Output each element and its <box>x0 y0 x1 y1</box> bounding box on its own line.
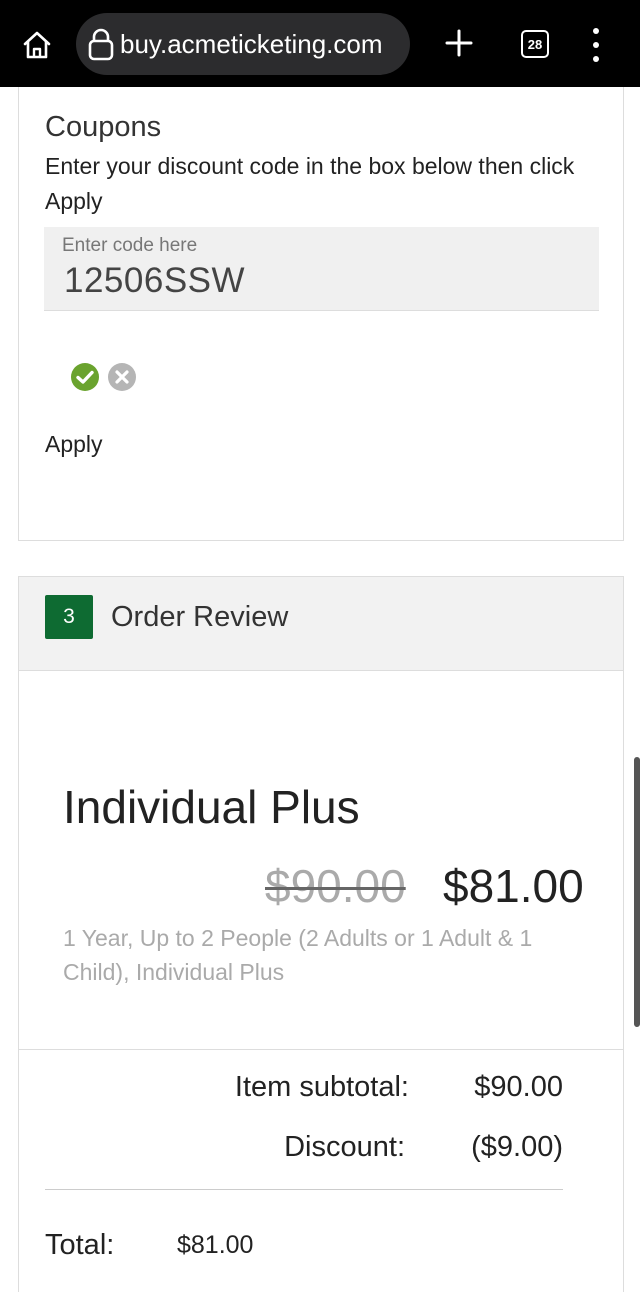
home-icon[interactable] <box>18 26 56 64</box>
summary-divider <box>45 1189 563 1190</box>
discounted-price: $81.00 <box>443 860 584 912</box>
total-value: $81.00 <box>177 1231 254 1259</box>
total-label: Total: <box>45 1229 115 1261</box>
check-circle-icon[interactable] <box>70 362 100 392</box>
coupon-code-input[interactable]: Enter code here 12506SSW <box>44 227 599 311</box>
coupons-card: Coupons Enter your discount code in the … <box>18 87 624 541</box>
discount-label: Discount: <box>284 1131 405 1163</box>
plus-icon[interactable] <box>444 28 474 58</box>
address-bar[interactable]: buy.acmeticketing.com <box>76 13 410 75</box>
coupons-title: Coupons <box>45 111 162 143</box>
subtotal-label: Item subtotal: <box>234 1071 409 1103</box>
product-description: 1 Year, Up to 2 People (2 Adults or 1 Ad… <box>63 925 533 985</box>
original-price: $90.00 <box>265 860 406 912</box>
subtotal-row: Item subtotal: $90.00 <box>19 1071 623 1111</box>
divider <box>19 1049 623 1050</box>
order-review-card: 3 Order Review Individual Plus $90.00 $8… <box>18 576 624 1292</box>
tabs-icon[interactable]: 28 <box>521 30 549 58</box>
product-name: Individual Plus <box>63 781 360 833</box>
apply-button[interactable]: Apply <box>45 431 103 458</box>
tab-count: 28 <box>527 36 543 52</box>
url-text: buy.acmeticketing.com <box>120 29 383 59</box>
lock-icon <box>86 27 116 61</box>
order-review-title: Order Review <box>111 601 289 633</box>
more-vert-icon[interactable] <box>588 28 604 62</box>
discount-value: ($9.00) <box>471 1131 563 1163</box>
x-circle-icon[interactable] <box>107 362 137 392</box>
coupon-code-value: 12506SSW <box>64 261 246 300</box>
discount-row: Discount: ($9.00) <box>19 1131 623 1171</box>
order-review-header: 3 Order Review <box>19 577 623 671</box>
browser-toolbar: buy.acmeticketing.com 28 <box>0 0 640 87</box>
subtotal-value: $90.00 <box>474 1071 563 1103</box>
scrollbar-thumb[interactable] <box>634 757 640 1027</box>
coupons-description: Enter your discount code in the box belo… <box>45 153 575 214</box>
coupon-code-placeholder: Enter code here <box>62 235 198 256</box>
step-badge: 3 <box>45 595 93 639</box>
